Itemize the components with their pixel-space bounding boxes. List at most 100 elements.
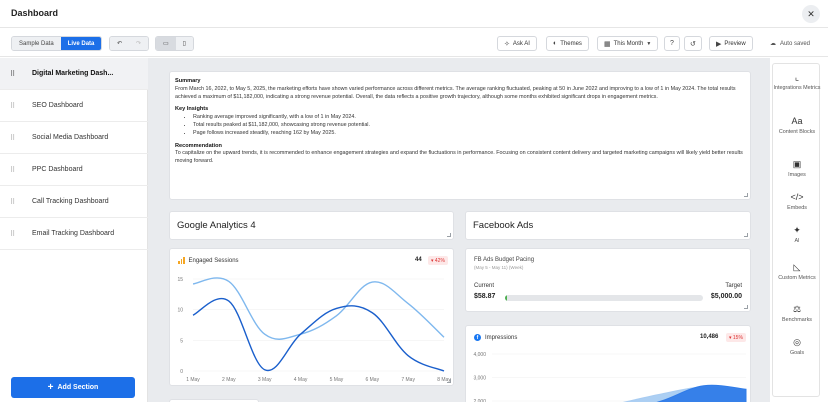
series-area xyxy=(656,384,747,402)
resize-handle[interactable] xyxy=(447,379,451,383)
section-header-facebook-ads[interactable]: Facebook Ads xyxy=(465,211,751,240)
insight-item: Total results peaked at $11,182,000, sho… xyxy=(193,122,745,130)
series-line xyxy=(192,277,445,340)
target-icon: ◎ xyxy=(793,337,801,347)
drag-handle-icon[interactable]: ⠿ xyxy=(10,102,15,110)
add-section-button[interactable]: + Add Section xyxy=(11,377,135,398)
summary-card[interactable]: Summary From March 16, 2022, to May 5, 2… xyxy=(169,71,751,200)
redo-button[interactable]: ↷ xyxy=(129,37,149,50)
themes-label: Themes xyxy=(560,40,582,47)
custom-chart-icon: ◺ xyxy=(793,262,801,272)
x-tick-label: 7 May xyxy=(401,377,415,383)
magic-wand-icon: ✦ xyxy=(793,225,801,235)
palette-item-embeds[interactable]: </> Embeds xyxy=(773,192,821,211)
y-tick-label: 5 xyxy=(180,338,183,344)
palette-item-ai[interactable]: ✦ AI xyxy=(773,225,821,244)
palette-item-benchmarks[interactable]: ⚖ Benchmarks xyxy=(773,304,821,323)
section-header-ga4[interactable]: Google Analytics 4 xyxy=(169,211,454,240)
section-title: Google Analytics 4 xyxy=(177,220,256,231)
target-label: Target xyxy=(725,283,742,289)
dashboard-sidebar: ⠿ Digital Marketing Dash... ⠿ SEO Dashbo… xyxy=(0,58,148,402)
title-bar: Dashboard ✕ xyxy=(0,0,828,28)
date-range-dropdown[interactable]: ▦ This Month ▼ xyxy=(597,36,659,51)
sidebar-item-email-tracking[interactable]: ⠿ Email Tracking Dashboard xyxy=(0,218,148,250)
palette-item-label: Custom Metrics xyxy=(778,275,816,281)
palette-item-label: Integrations Metrics xyxy=(773,85,821,91)
y-tick-label: 10 xyxy=(177,308,183,314)
drag-handle-icon[interactable]: ⠿ xyxy=(10,70,15,78)
sidebar-item-ppc[interactable]: ⠿ PPC Dashboard xyxy=(0,154,148,186)
add-section-label: Add Section xyxy=(57,384,99,391)
preview-label: Preview xyxy=(724,40,746,47)
autosave-label: Auto saved xyxy=(779,40,810,47)
engaged-sessions-widget[interactable]: Engaged Sessions 44 ▾ 42% 0 5 10 15 1 May 2 M… xyxy=(169,248,454,386)
live-data-button[interactable]: Live Data xyxy=(60,37,102,50)
current-label: Current xyxy=(474,283,495,289)
insights-list: Ranking average improved significantly, … xyxy=(175,114,745,137)
current-value: $58.87 xyxy=(474,293,496,300)
palette-item-content-blocks[interactable]: Aa Content Blocks xyxy=(773,116,821,135)
ask-ai-label: Ask AI xyxy=(512,40,530,47)
sidebar-item-call-tracking[interactable]: ⠿ Call Tracking Dashboard xyxy=(0,186,148,218)
impressions-widget[interactable]: f Impressions 10,486 ▾ 15% 4,000 3,000 2,0… xyxy=(465,325,751,402)
y-tick-label: 0 xyxy=(180,369,183,375)
palette-item-label: Content Blocks xyxy=(778,129,816,135)
sidebar-item-label: Social Media Dashboard xyxy=(32,134,109,141)
scale-icon: ⚖ xyxy=(792,304,802,314)
sidebar-item-label: Email Tracking Dashboard xyxy=(32,230,115,237)
target-value: $5,000.00 xyxy=(710,293,742,300)
resize-handle[interactable] xyxy=(744,305,748,309)
autosave-status: ☁ Auto saved xyxy=(769,40,810,48)
palette-item-goals[interactable]: ◎ Goals xyxy=(773,337,821,356)
help-icon: ? xyxy=(670,40,674,47)
view-toggle: ▭ ▯ xyxy=(155,36,194,51)
palette-item-label: Benchmarks xyxy=(782,317,812,323)
palette-item-label: Images xyxy=(788,172,806,178)
drag-handle-icon[interactable]: ⠿ xyxy=(10,134,15,142)
code-icon: </> xyxy=(790,192,804,202)
page-title: Dashboard xyxy=(11,8,59,18)
palette-item-images[interactable]: ▣ Images xyxy=(773,159,821,178)
help-button[interactable]: ? xyxy=(664,36,680,51)
palette-item-custom-metrics[interactable]: ◺ Custom Metrics xyxy=(773,262,821,281)
themes-button[interactable]: ◐ Themes xyxy=(546,36,589,51)
x-tick-label: 6 May xyxy=(365,377,379,383)
budget-pacing-widget[interactable]: FB Ads Budget Pacing (May 5 - May 11) (W… xyxy=(465,248,751,312)
undo-button[interactable]: ↶ xyxy=(110,37,130,50)
history-icon: ↺ xyxy=(690,40,696,48)
history-button[interactable]: ↺ xyxy=(684,36,702,51)
resize-handle[interactable] xyxy=(744,233,748,237)
resize-handle[interactable] xyxy=(744,193,748,197)
preview-button[interactable]: ▶ Preview xyxy=(709,36,753,51)
ask-ai-button[interactable]: ✧ Ask AI xyxy=(497,36,537,51)
budget-progress-bar xyxy=(505,295,703,301)
sample-data-button[interactable]: Sample Data xyxy=(12,37,61,50)
x-tick-label: 5 May xyxy=(330,377,344,383)
drag-handle-icon[interactable]: ⠿ xyxy=(10,198,15,206)
insights-heading: Key Insights xyxy=(175,106,209,113)
sparkle-icon: ✧ xyxy=(504,40,510,48)
toolbar: Sample Data Live Data ↶ ↷ ▭ ▯ ✧ Ask AI ◐… xyxy=(0,29,828,57)
palette-item-integrations[interactable]: ⌞ Integrations Metrics xyxy=(773,72,821,91)
plus-icon: + xyxy=(47,381,54,393)
palette-item-label: AI xyxy=(794,238,800,244)
undo-icon: ↶ xyxy=(117,41,123,47)
mobile-view-button[interactable]: ▯ xyxy=(175,37,193,50)
integrations-icon: ⌞ xyxy=(794,72,800,82)
engaged-sessions-chart: 0 5 10 15 1 May 2 May 3 May 4 May 5 May 6 May 7 Ma… xyxy=(177,277,451,383)
x-tick-label: 4 May xyxy=(294,377,308,383)
summary-text: From March 16, 2022, to May 5, 2025, the… xyxy=(175,85,736,100)
widget-subtitle: (May 5 - May 11) (Week) xyxy=(474,265,524,270)
desktop-view-button[interactable]: ▭ xyxy=(156,37,176,50)
sidebar-item-social-media[interactable]: ⠿ Social Media Dashboard xyxy=(0,122,148,154)
close-icon: ✕ xyxy=(807,8,815,19)
drag-handle-icon[interactable]: ⠿ xyxy=(10,166,15,174)
sidebar-item-digital-marketing[interactable]: ⠿ Digital Marketing Dash... xyxy=(0,58,148,90)
sidebar-item-seo[interactable]: ⠿ SEO Dashboard xyxy=(0,90,148,122)
cloud-check-icon: ☁ xyxy=(769,41,776,47)
close-button[interactable]: ✕ xyxy=(802,5,820,23)
resize-handle[interactable] xyxy=(447,233,451,237)
data-mode-toggle: Sample Data Live Data xyxy=(11,36,103,51)
text-icon: Aa xyxy=(791,116,803,126)
drag-handle-icon[interactable]: ⠿ xyxy=(10,230,15,238)
